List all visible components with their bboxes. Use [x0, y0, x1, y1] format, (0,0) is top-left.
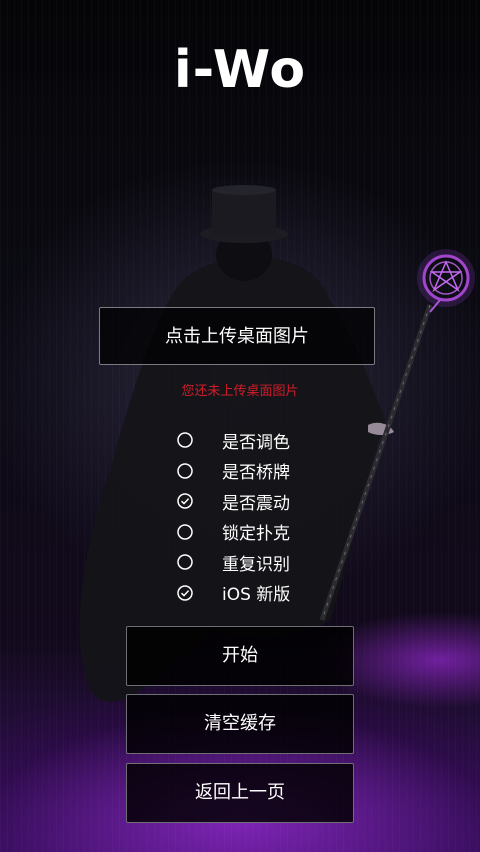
option-label: 是否桥牌 [222, 463, 290, 484]
option-repeat-recognition[interactable]: 重复识别 [176, 547, 356, 578]
unchecked-circle-icon[interactable] [177, 554, 193, 570]
option-label: 是否震动 [222, 493, 290, 514]
unchecked-circle-icon[interactable] [177, 432, 193, 448]
option-vibrate[interactable]: 是否震动 [176, 486, 356, 517]
back-button[interactable]: 返回上一页 [126, 763, 354, 823]
option-ios-new[interactable]: iOS 新版 [176, 578, 356, 609]
option-label: 是否调色 [222, 432, 290, 453]
unchecked-circle-icon[interactable] [177, 463, 193, 479]
option-bridge[interactable]: 是否桥牌 [176, 456, 356, 487]
upload-desktop-image-button[interactable]: 点击上传桌面图片 [99, 307, 375, 365]
start-button[interactable]: 开始 [126, 626, 354, 686]
app-logo: i-Wo [173, 40, 307, 100]
option-label: 重复识别 [222, 554, 290, 575]
option-label: iOS 新版 [222, 585, 291, 606]
option-label: 锁定扑克 [222, 524, 290, 545]
checked-circle-icon[interactable] [177, 493, 193, 509]
checked-circle-icon[interactable] [177, 585, 193, 601]
clear-cache-button[interactable]: 清空缓存 [126, 694, 354, 754]
unchecked-circle-icon[interactable] [177, 524, 193, 540]
option-color-adjust[interactable]: 是否调色 [176, 425, 356, 456]
upload-status-text: 您还未上传桌面图片 [181, 384, 299, 399]
option-lock-poker[interactable]: 锁定扑克 [176, 517, 356, 548]
options-list: 是否调色 是否桥牌 是否震动 锁定扑克 重复识别 iOS 新版 [176, 425, 356, 608]
